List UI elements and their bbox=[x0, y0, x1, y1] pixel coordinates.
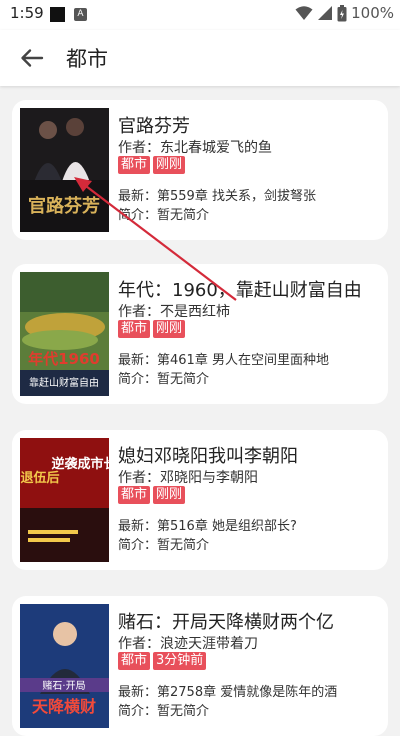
intro-text: 暂无简介 bbox=[157, 208, 210, 223]
update-time-badge: 刚刚 bbox=[153, 486, 186, 504]
intro-label: 简介： bbox=[118, 538, 158, 553]
book-cover[interactable]: 年代1960 靠赶山财富自由 bbox=[20, 272, 109, 396]
tag-group: 都市 3分钟前 bbox=[118, 652, 207, 670]
book-cover[interactable]: 官路芬芳 bbox=[20, 108, 109, 232]
book-cover[interactable]: 退伍后 逆袭成市长 bbox=[20, 438, 109, 562]
author-label: 作者： bbox=[118, 140, 160, 156]
app-bar: 都市 bbox=[0, 30, 400, 86]
book-card[interactable]: 官路芬芳 官路芬芳 作者：东北春城爱飞的鱼 都市 刚刚 最新：第559章 找关系… bbox=[12, 100, 388, 240]
latest-label: 最新： bbox=[118, 189, 158, 204]
cover-subtitle: 退伍后 bbox=[20, 470, 59, 486]
latest-chapter: 最新：第461章 男人在空间里面种地 bbox=[118, 349, 329, 368]
latest-label: 最新： bbox=[118, 353, 158, 368]
category-badge: 都市 bbox=[118, 486, 151, 504]
book-title[interactable]: 媳妇邓晓阳我叫李朝阳 bbox=[118, 442, 298, 468]
book-author: 作者：不是西红柿 bbox=[118, 301, 230, 321]
tag-group: 都市 刚刚 bbox=[118, 486, 186, 504]
book-intro: 简介：暂无简介 bbox=[118, 368, 209, 387]
tag-group: 都市 刚刚 bbox=[118, 320, 186, 338]
book-card[interactable]: 赌石·开局 天降横财 赌石：开局天降横财两个亿 作者：浪迹天涯带着刀 都市 3分… bbox=[12, 596, 388, 736]
battery-percent: 100% bbox=[351, 4, 394, 22]
intro-label: 简介： bbox=[118, 372, 158, 387]
battery-icon bbox=[337, 4, 347, 21]
book-card[interactable]: 退伍后 逆袭成市长 媳妇邓晓阳我叫李朝阳 作者：邓晓阳与李朝阳 都市 刚刚 最新… bbox=[12, 430, 388, 570]
status-right: 100% bbox=[295, 4, 394, 22]
latest-chapter-title: 第2758章 爱情就像是陈年的酒 bbox=[157, 685, 338, 700]
book-author: 作者：浪迹天涯带着刀 bbox=[118, 633, 258, 653]
intro-label: 简介： bbox=[118, 208, 158, 223]
intro-text: 暂无简介 bbox=[157, 704, 210, 719]
latest-label: 最新： bbox=[118, 519, 158, 534]
author-label: 作者： bbox=[118, 636, 160, 652]
author-name: 不是西红柿 bbox=[160, 304, 230, 320]
book-title[interactable]: 官路芬芳 bbox=[118, 112, 190, 138]
intro-label: 简介： bbox=[118, 704, 158, 719]
notification-square-icon bbox=[50, 7, 65, 22]
update-time-badge: 3分钟前 bbox=[153, 652, 207, 670]
book-title[interactable]: 年代：1960，靠赶山财富自由 bbox=[118, 276, 362, 302]
author-name: 浪迹天涯带着刀 bbox=[160, 636, 258, 652]
latest-chapter: 最新：第559章 找关系，剑拔弩张 bbox=[118, 185, 316, 204]
intro-text: 暂无简介 bbox=[157, 372, 210, 387]
cover-subtitle: 赌石·开局 bbox=[42, 679, 85, 692]
book-cover[interactable]: 赌石·开局 天降横财 bbox=[20, 604, 109, 728]
author-label: 作者： bbox=[118, 304, 160, 320]
cover-title: 官路芬芳 bbox=[28, 195, 100, 217]
intro-text: 暂无简介 bbox=[157, 538, 210, 553]
latest-chapter-title: 第461章 男人在空间里面种地 bbox=[157, 353, 329, 368]
latest-chapter-title: 第559章 找关系，剑拔弩张 bbox=[157, 189, 316, 204]
update-time-badge: 刚刚 bbox=[153, 156, 186, 174]
book-card[interactable]: 年代1960 靠赶山财富自由 年代：1960，靠赶山财富自由 作者：不是西红柿 … bbox=[12, 264, 388, 404]
notification-a-icon: A bbox=[74, 8, 87, 21]
latest-label: 最新： bbox=[118, 685, 158, 700]
wifi-icon bbox=[295, 6, 313, 20]
book-title[interactable]: 赌石：开局天降横财两个亿 bbox=[118, 608, 334, 634]
book-author: 作者：邓晓阳与李朝阳 bbox=[118, 467, 258, 487]
category-badge: 都市 bbox=[118, 652, 151, 670]
author-name: 邓晓阳与李朝阳 bbox=[160, 470, 258, 486]
category-badge: 都市 bbox=[118, 320, 151, 338]
cover-title: 年代1960 bbox=[28, 350, 100, 368]
latest-chapter: 最新：第516章 她是组织部长? bbox=[118, 515, 297, 534]
author-name: 东北春城爱飞的鱼 bbox=[160, 140, 272, 156]
book-intro: 简介：暂无简介 bbox=[118, 534, 209, 553]
book-author: 作者：东北春城爱飞的鱼 bbox=[118, 137, 272, 157]
cover-subtitle: 靠赶山财富自由 bbox=[29, 376, 99, 389]
page-title: 都市 bbox=[66, 47, 108, 71]
signal-icon bbox=[318, 6, 333, 20]
update-time-badge: 刚刚 bbox=[153, 320, 186, 338]
back-arrow-icon[interactable] bbox=[18, 44, 46, 72]
cover-title: 天降横财 bbox=[32, 697, 96, 716]
author-label: 作者： bbox=[118, 470, 160, 486]
category-badge: 都市 bbox=[118, 156, 151, 174]
tag-group: 都市 刚刚 bbox=[118, 156, 186, 174]
status-bar: 1:59 A 100% bbox=[0, 0, 400, 30]
latest-chapter-title: 第516章 她是组织部长? bbox=[157, 519, 297, 534]
cover-title: 逆袭成市长 bbox=[51, 456, 109, 472]
status-time: 1:59 bbox=[10, 4, 44, 22]
latest-chapter: 最新：第2758章 爱情就像是陈年的酒 bbox=[118, 681, 337, 700]
book-intro: 简介：暂无简介 bbox=[118, 204, 209, 223]
